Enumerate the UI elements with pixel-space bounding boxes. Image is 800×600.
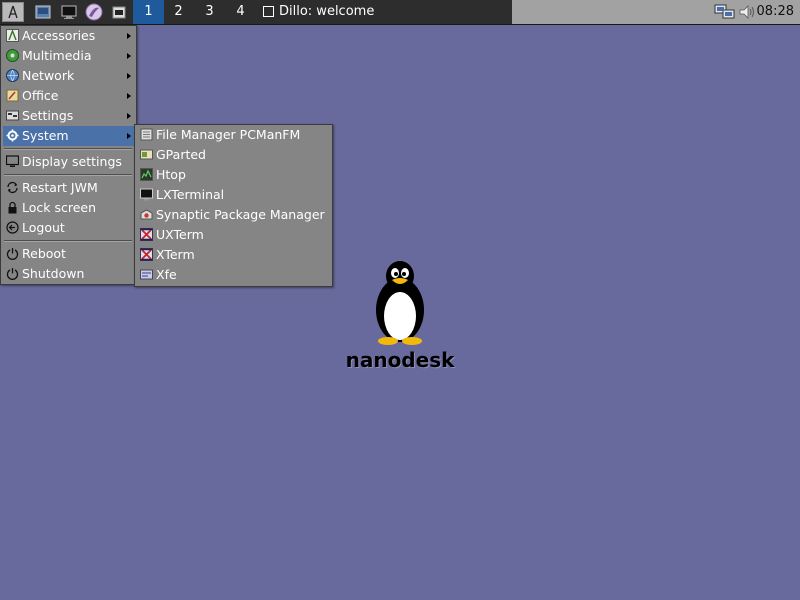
volume-icon[interactable] <box>738 3 756 24</box>
tux-penguin-icon <box>376 261 424 345</box>
gear-icon <box>6 129 19 142</box>
submenu-item-lxterminal[interactable]: LXTerminal <box>137 185 330 205</box>
clock[interactable]: 08:28 <box>757 0 794 24</box>
browser-launcher-button[interactable] <box>82 0 106 24</box>
menu-item-shutdown[interactable]: Shutdown <box>3 264 134 284</box>
submenu-arrow-icon <box>127 53 131 59</box>
synaptic-icon <box>140 209 153 220</box>
submenu-item-htop[interactable]: Htop <box>137 165 330 185</box>
menu-item-settings[interactable]: Settings <box>3 106 134 126</box>
submenu-item-uxterm[interactable]: UXTerm <box>137 225 330 245</box>
submenu-item-synaptic[interactable]: Synaptic Package Manager <box>137 205 330 225</box>
menu-item-system[interactable]: System <box>3 126 134 146</box>
menu-item-multimedia[interactable]: Multimedia <box>3 46 134 66</box>
power-icon <box>6 268 19 280</box>
terminal-icon <box>140 188 153 201</box>
lock-icon <box>8 201 17 214</box>
window-task-button[interactable]: Dillo: welcome <box>255 0 511 24</box>
submenu-arrow-icon <box>127 113 131 119</box>
app-menu-button[interactable] <box>2 2 24 22</box>
menu-item-restart-jwm[interactable]: Restart JWM <box>3 178 134 198</box>
terminal-icon <box>61 5 77 19</box>
xterm-icon <box>140 248 153 261</box>
menu-separator <box>4 148 132 150</box>
desktop-switch-1[interactable]: 1 <box>133 0 164 24</box>
submenu-item-xterm[interactable]: XTerm <box>137 245 330 265</box>
menu-item-accessories[interactable]: Accessories <box>3 26 134 46</box>
menu-separator <box>4 240 132 242</box>
xfe-icon <box>140 269 153 280</box>
submenu-arrow-icon <box>127 33 131 39</box>
terminal-launcher-button[interactable] <box>57 0 81 24</box>
taskbar: 1 2 3 4 Dillo: welcome 08:28 <box>0 0 800 25</box>
office-icon <box>6 89 19 102</box>
submenu-item-file-manager[interactable]: File Manager PCManFM <box>137 125 330 145</box>
desktop-switch-3[interactable]: 3 <box>194 0 225 24</box>
show-desktop-button[interactable] <box>31 0 55 24</box>
desktop-icon <box>35 5 51 19</box>
submenu-item-gparted[interactable]: GParted <box>137 145 330 165</box>
menu-separator <box>4 174 132 176</box>
multimedia-icon <box>6 49 19 62</box>
htop-icon <box>140 168 153 181</box>
app-menu-icon <box>8 5 18 19</box>
menu-item-lock-screen[interactable]: Lock screen <box>3 198 134 218</box>
window-icon <box>263 6 274 17</box>
menu-item-reboot[interactable]: Reboot <box>3 244 134 264</box>
menu-item-office[interactable]: Office <box>3 86 134 106</box>
system-tray: 08:28 <box>512 0 800 24</box>
file-manager-icon <box>140 128 153 141</box>
accessories-icon <box>6 29 19 42</box>
window-task-label: Dillo: welcome <box>279 4 375 19</box>
browser-icon <box>85 3 103 21</box>
file-manager-icon <box>112 6 126 19</box>
submenu-arrow-icon <box>127 133 131 139</box>
submenu-item-xfe[interactable]: Xfe <box>137 265 330 285</box>
submenu-arrow-icon <box>127 73 131 79</box>
logout-icon <box>6 221 19 234</box>
refresh-icon <box>7 181 18 194</box>
main-menu: Accessories Multimedia Network Office Se… <box>0 25 137 285</box>
menu-item-network[interactable]: Network <box>3 66 134 86</box>
power-icon <box>6 248 19 260</box>
file-manager-launcher-button[interactable] <box>107 0 131 24</box>
network-icon <box>6 69 19 82</box>
network-tray-icon[interactable] <box>714 3 736 24</box>
submenu-arrow-icon <box>127 93 131 99</box>
desktop-switch-4[interactable]: 4 <box>225 0 256 24</box>
desktop-switch-2[interactable]: 2 <box>163 0 194 24</box>
system-submenu: File Manager PCManFM GParted Htop LXTerm… <box>134 124 333 287</box>
menu-item-logout[interactable]: Logout <box>3 218 134 238</box>
uxterm-icon <box>140 228 153 241</box>
desktop-logo-text: nanodesk <box>345 348 455 372</box>
gparted-icon <box>140 149 153 160</box>
settings-icon <box>6 110 19 121</box>
monitor-icon <box>6 155 19 167</box>
menu-item-display-settings[interactable]: Display settings <box>3 152 134 172</box>
